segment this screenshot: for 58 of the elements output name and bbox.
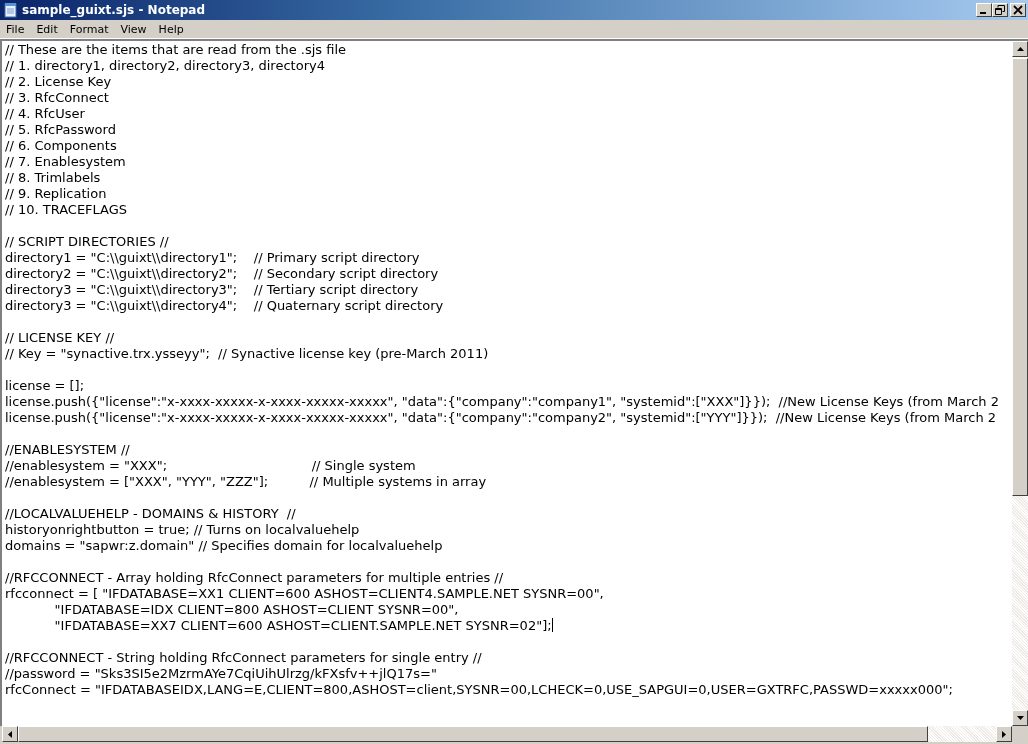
code-line: // 3. RfcConnect (5, 90, 110, 106)
code-line: directory2 = "C:\\guixt\\directory2"; // Secondary script directory (5, 266, 440, 282)
minimize-icon (980, 12, 986, 14)
code-line: //RFCCONNECT - Array holding RfcConnect parameters for multiple entries // (5, 570, 505, 586)
menu-item[interactable]: Format (63, 22, 115, 36)
restore-button[interactable] (992, 3, 1008, 17)
code-line: // Key = "synactive.trx.ysseyy"; // Synactive license key (pre-March 2011) (5, 346, 490, 362)
menu-item[interactable]: Edit (30, 22, 64, 36)
close-button[interactable] (1010, 3, 1026, 17)
code-line: //enablesystem = ["XXX", "YYY", "ZZZ"]; // Multiple systems in array (5, 474, 488, 490)
code-line: rfcconnect = [ "IFDATABASE=XX1 CLIENT=600 ASHOST=CLIENT4.SAMPLE.NET SYSNR=00", (5, 586, 605, 602)
code-line: directory3 = "C:\\guixt\\directory3"; // Tertiary script directory (5, 282, 420, 298)
code-line: //enablesystem = "XXX"; // Single system (5, 458, 417, 474)
up-arrow-icon (1016, 47, 1024, 51)
minimize-button[interactable] (976, 3, 992, 17)
code-line: // LICENSE KEY // (5, 330, 116, 346)
code-line: // 10. TRACEFLAGS (5, 202, 129, 218)
menu-item[interactable]: View (114, 22, 153, 36)
down-arrow-icon (1016, 716, 1024, 720)
code-line: directory1 = "C:\\guixt\\directory1"; // Primary script directory (5, 250, 421, 266)
code-line: rfcConnect = "IFDATABASEIDX,LANG=E,CLIENT=800,ASHOST=client,SYSNR=00,LCHECK=0,USE_SAPGUI=0,USER=GXTRFC,PASSWD=xxxxx000"; (5, 682, 954, 698)
vertical-scrollbar[interactable] (1012, 41, 1028, 726)
code-line: license.push({"license":"x-xxxx-xxxxx-x-xxxx-xxxxx-xxxxx", "data":{"company":"company2", "systemid":["YYY"]}}); //New License Keys (from March 2 (5, 410, 998, 426)
code-line: // 2. License Key (5, 74, 113, 90)
code-line: // 6. Components (5, 138, 118, 154)
code-line: license = []; (5, 378, 86, 394)
code-line: license.push({"license":"x-xxxx-xxxxx-x-xxxx-xxxxx-xxxxx", "data":{"company":"company1", "systemid":["XXX"]}}); //New License Keys (from March 2 (5, 394, 1000, 410)
code-line: // 4. RfcUser (5, 106, 86, 122)
code-line: // 1. directory1, directory2, directory3, directory4 (5, 58, 326, 74)
restore-icon (995, 5, 1005, 15)
notepad-icon (4, 2, 18, 18)
menu-item[interactable]: Help (152, 22, 190, 36)
menu-item[interactable]: File (0, 22, 31, 36)
text-cursor (551, 618, 553, 632)
code-line: historyonrightbutton = true; // Turns on localvaluehelp (5, 522, 361, 538)
scroll-right-button[interactable] (996, 726, 1012, 742)
code-line: //RFCCONNECT - String holding RfcConnect parameters for single entry // (5, 650, 483, 666)
code-line: // 7. Enablesystem (5, 154, 127, 170)
code-line: //ENABLESYSTEM // (5, 442, 131, 458)
code-line: // 8. Trimlabels (5, 170, 102, 186)
scroll-left-button[interactable] (2, 726, 18, 742)
code-line: //LOCALVALUEHELP - DOMAINS & HISTORY // (5, 506, 297, 522)
close-icon (1013, 5, 1023, 15)
left-arrow-icon (8, 730, 12, 738)
code-line: // SCRIPT DIRECTORIES // (5, 234, 170, 250)
code-line: // 9. Replication (5, 186, 108, 202)
scroll-thumb[interactable] (1012, 58, 1028, 496)
scroll-up-button[interactable] (1012, 41, 1028, 57)
window-title: sample_guixt.sjs - Notepad (22, 3, 207, 17)
code-line: // 5. RfcPassword (5, 122, 117, 138)
code-line: //password = "Sks3SI5e2MzrmAYe7CqiUihUlrzg/kFXsfv++jlQ17s=" (5, 666, 438, 682)
code-line: domains = "sapwr:z.domain" // Specifies domain for localvaluehelp (5, 538, 444, 554)
code-line: "IFDATABASE=IDX CLIENT=800 ASHOST=CLIENT SYSNR=00", (53, 602, 460, 618)
code-line: // These are the items that are read from the .sjs file (5, 42, 348, 58)
code-line: directory3 = "C:\\guixt\\directory4"; // Quaternary script directory (5, 298, 445, 314)
right-arrow-icon (1002, 730, 1006, 738)
scroll-down-button[interactable] (1012, 710, 1028, 726)
code-line: "IFDATABASE=XX7 CLIENT=600 ASHOST=CLIENT.SAMPLE.NET SYSNR=02"]; (53, 618, 554, 634)
